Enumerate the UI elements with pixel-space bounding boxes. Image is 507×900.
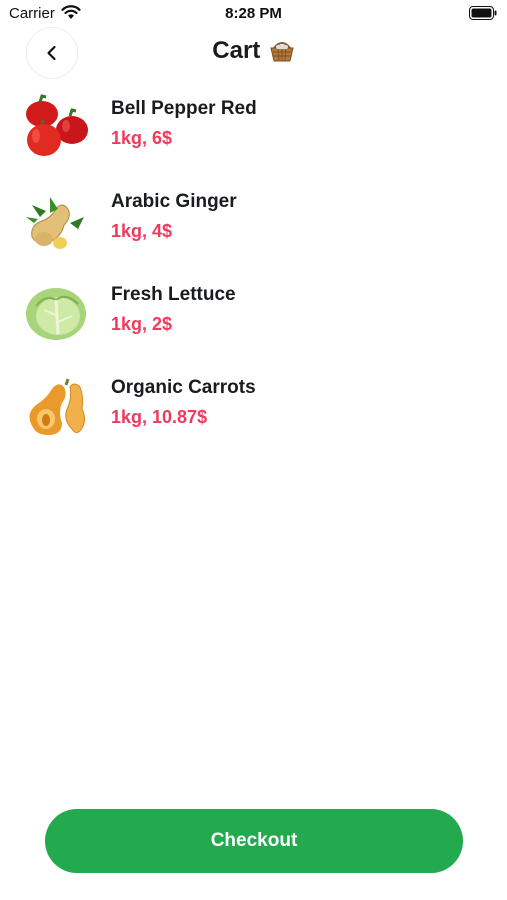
item-name: Fresh Lettuce	[111, 284, 236, 305]
item-price: 1kg, 10.87$	[111, 407, 208, 427]
page-title: Cart	[212, 37, 261, 64]
butternut-squash-image	[29, 378, 86, 435]
cart-list: Bell Pepper Red 1kg, 6$ Arabic Ginger 1k…	[0, 88, 507, 460]
cart-item[interactable]: Organic Carrots 1kg, 10.87$	[0, 367, 507, 460]
cart-item[interactable]: Arabic Ginger 1kg, 4$	[0, 181, 507, 274]
ginger-image	[26, 197, 84, 249]
bell-pepper-image	[26, 94, 88, 156]
page-header: Cart	[0, 37, 507, 65]
lettuce-image	[26, 288, 86, 340]
item-price: 1kg, 6$	[111, 128, 173, 148]
item-price: 1kg, 2$	[111, 314, 173, 334]
battery-icon	[469, 6, 497, 20]
status-bar: Carrier 8:28 PM	[0, 0, 507, 28]
cart-item[interactable]: Bell Pepper Red 1kg, 6$	[0, 88, 507, 181]
clock-time: 8:28 PM	[225, 5, 282, 22]
item-price: 1kg, 4$	[111, 221, 173, 241]
checkout-button[interactable]: Checkout	[45, 809, 463, 873]
item-name: Bell Pepper Red	[111, 98, 257, 119]
item-name: Arabic Ginger	[111, 191, 237, 212]
item-name: Organic Carrots	[111, 377, 256, 398]
cart-item[interactable]: Fresh Lettuce 1kg, 2$	[0, 274, 507, 367]
basket-icon	[270, 42, 294, 62]
